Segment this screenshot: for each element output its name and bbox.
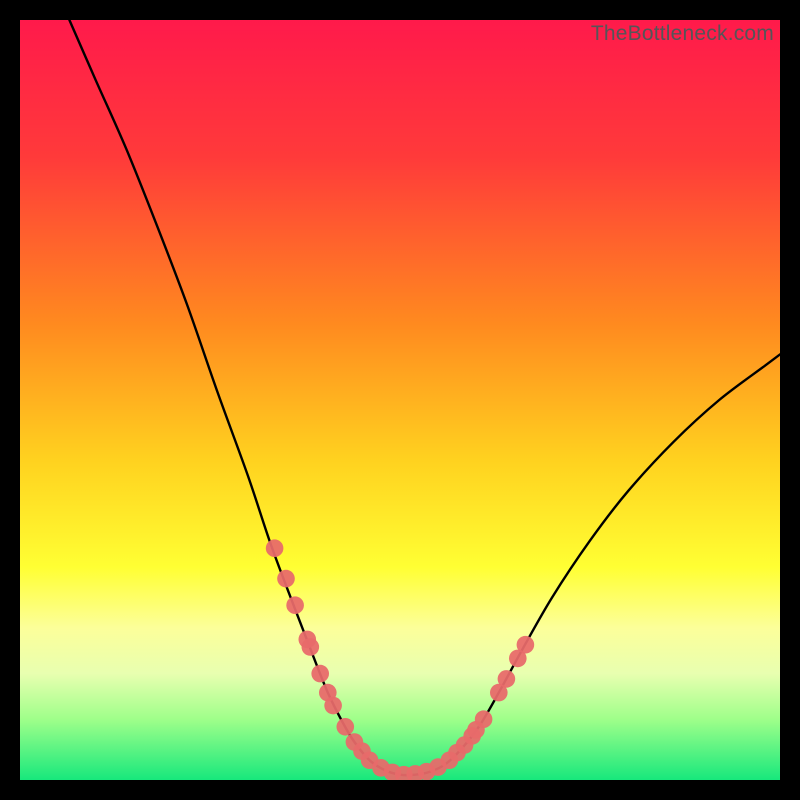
data-point [498, 670, 516, 688]
data-point [475, 710, 493, 728]
data-point [311, 665, 329, 683]
data-point [286, 596, 304, 614]
chart-background [20, 20, 780, 780]
chart-frame: TheBottleneck.com [20, 20, 780, 780]
data-point [336, 718, 354, 736]
data-point [517, 636, 535, 654]
data-point [324, 697, 342, 715]
data-point [277, 570, 295, 588]
data-point [266, 539, 284, 557]
data-point [302, 638, 320, 656]
chart-svg [20, 20, 780, 780]
watermark-text: TheBottleneck.com [591, 22, 774, 46]
